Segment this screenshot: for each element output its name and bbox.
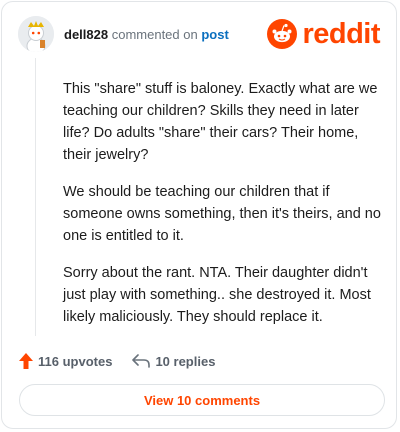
upvote-count: 116 upvotes: [38, 353, 113, 369]
comment-card: dell828 commented on post reddit This "s…: [1, 1, 397, 429]
post-link[interactable]: post: [201, 27, 228, 42]
upvote-arrow-icon: [19, 353, 33, 369]
username-link[interactable]: dell828: [64, 27, 108, 42]
comment-body: This "share" stuff is baloney. Exactly w…: [63, 78, 383, 343]
comment-paragraph: Sorry about the rant. NTA. Their daughte…: [63, 265, 371, 325]
snoo-avatar-icon: [18, 16, 54, 52]
comment-header: dell828 commented on post: [64, 27, 229, 43]
comment-paragraph: We should be teaching our children that …: [63, 184, 381, 244]
view-comments-button[interactable]: View 10 comments: [19, 384, 385, 416]
reddit-logo-icon: [267, 19, 298, 49]
replies-button[interactable]: 10 replies: [132, 354, 215, 369]
reddit-logo[interactable]: reddit: [267, 19, 380, 49]
action-text: commented on: [111, 27, 198, 42]
comment-actions: 116 upvotes 10 replies: [19, 350, 215, 372]
thread-line: [35, 58, 36, 336]
reply-arrow-icon: [132, 354, 151, 368]
comment-paragraph: This "share" stuff is baloney. Exactly w…: [63, 81, 378, 163]
reddit-wordmark: reddit: [302, 18, 380, 50]
user-avatar[interactable]: [18, 16, 54, 52]
reply-count: 10 replies: [155, 353, 216, 369]
upvote-button[interactable]: 116 upvotes: [19, 353, 112, 369]
